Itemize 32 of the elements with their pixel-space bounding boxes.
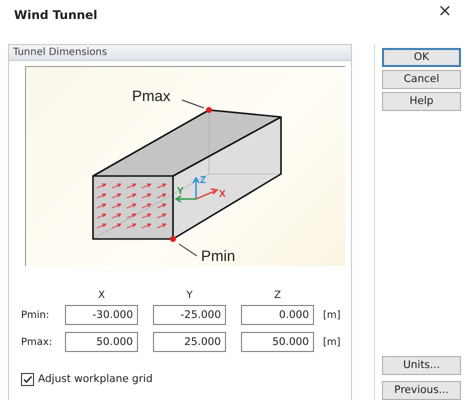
axis-label: Z (200, 175, 206, 186)
unit-label: [m] (323, 336, 341, 350)
column-header: Z (273, 289, 282, 303)
number-field[interactable]: 50.000 (241, 332, 314, 352)
row-label: Pmin: (21, 308, 50, 322)
dialog-button[interactable]: Units... (382, 356, 461, 375)
number-field[interactable]: 0.000 (241, 305, 314, 325)
unit-label: [m] (323, 308, 341, 322)
number-field[interactable]: -25.000 (153, 305, 226, 325)
dialog-button[interactable]: Previous... (382, 381, 461, 400)
leader-line (178, 244, 198, 256)
window-title: Wind Tunnel (14, 7, 98, 24)
axis-label: X (219, 189, 226, 200)
number-field[interactable]: 50.000 (65, 332, 138, 352)
checkbox[interactable] (21, 373, 34, 386)
column-header: Y (185, 289, 194, 303)
leader-line (182, 100, 204, 108)
dialog-button[interactable]: Cancel (382, 70, 461, 89)
group-title: Tunnel Dimensions (9, 45, 351, 61)
dialog-button[interactable]: Help (382, 92, 461, 111)
axis-label: Y (177, 186, 184, 197)
point-marker (206, 107, 212, 113)
dialog-button[interactable]: OK (382, 48, 461, 67)
column-header: X (97, 289, 106, 303)
row-label: Pmax: (21, 336, 54, 350)
number-field[interactable]: -30.000 (65, 305, 138, 325)
checkbox-label: Adjust workplane grid (38, 372, 153, 387)
point-label: Pmin (201, 248, 236, 265)
close-button[interactable]: × (438, 3, 452, 28)
number-field[interactable]: 25.000 (153, 332, 226, 352)
point-label: Pmax (132, 88, 170, 105)
point-marker (170, 236, 176, 242)
